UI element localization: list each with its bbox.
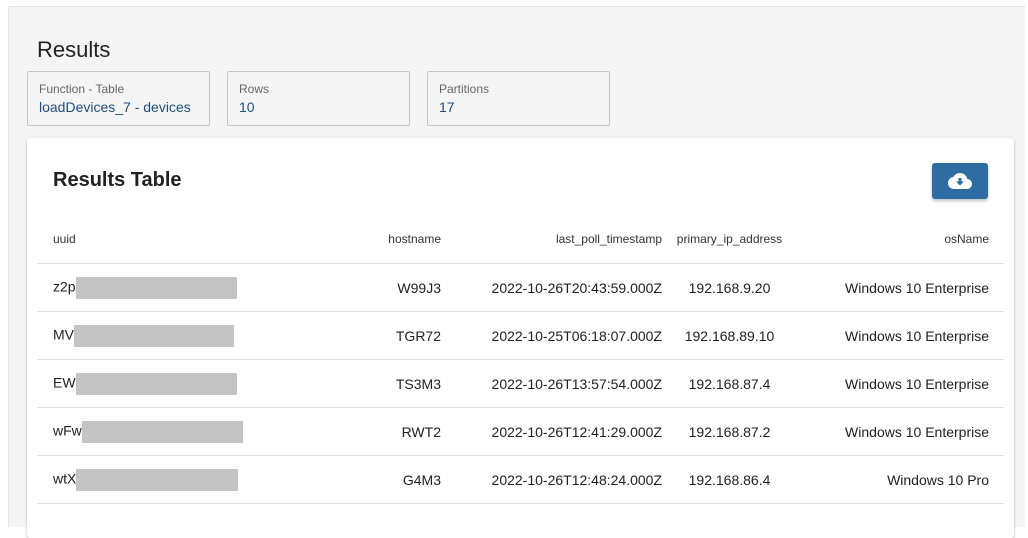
last-poll-timestamp-cell: 2022-10-26T12:41:29.000Z (441, 407, 662, 456)
results-table-title: Results Table (53, 169, 182, 191)
last-poll-timestamp-cell: 2022-10-26T13:57:54.000Z (441, 359, 662, 408)
uuid-cell: EW (37, 359, 253, 408)
redacted-block (75, 372, 237, 395)
rows-value: 10 (239, 99, 255, 115)
table-row: z2p W99J3 2022-10-26T20:43:59.000Z 192.1… (37, 263, 1004, 312)
osname-cell: Windows 10 Enterprise (797, 407, 1004, 456)
last-poll-timestamp-cell: 2022-10-25T06:18:07.000Z (441, 311, 662, 360)
osname-cell: Windows 10 Pro (797, 455, 1004, 504)
last-poll-timestamp-cell: 2022-10-26T12:48:24.000Z (441, 455, 662, 504)
redacted-block (74, 324, 234, 347)
primary-ip-address-cell: 192.168.87.2 (662, 407, 797, 456)
uuid-text: wFw (53, 422, 82, 439)
download-button[interactable] (932, 163, 988, 199)
cloud-download-icon (948, 173, 972, 189)
uuid-text: EW (53, 374, 76, 391)
hostname-cell: TS3M3 (253, 359, 441, 408)
column-header-primary-ip-address[interactable]: primary_ip_address (662, 215, 797, 264)
partitions-card: Partitions 17 (427, 71, 610, 126)
hostname-cell: W99J3 (253, 263, 441, 312)
osname-cell: Windows 10 Enterprise (797, 263, 1004, 312)
table-row: wtX G4M3 2022-10-26T12:48:24.000Z 192.16… (37, 455, 1004, 504)
function-table-card: Function - Table loadDevices_7 - devices (27, 71, 210, 126)
column-header-uuid[interactable]: uuid (37, 215, 253, 264)
uuid-cell: MV (37, 311, 253, 360)
uuid-text: MV (53, 326, 74, 343)
hostname-cell: G4M3 (253, 455, 441, 504)
uuid-cell: wtX (37, 455, 253, 504)
primary-ip-address-cell: 192.168.86.4 (662, 455, 797, 504)
page-title: Results (37, 37, 111, 62)
column-header-hostname[interactable]: hostname (253, 215, 441, 264)
primary-ip-address-cell: 192.168.89.10 (662, 311, 797, 360)
uuid-cell: wFw (37, 407, 253, 456)
uuid-text: wtX (53, 470, 77, 487)
function-table-label: Function - Table (39, 82, 125, 96)
osname-cell: Windows 10 Enterprise (797, 311, 1004, 360)
table-header-row: uuid hostname last_poll_timestamp primar… (37, 215, 1004, 264)
last-poll-timestamp-cell: 2022-10-26T20:43:59.000Z (441, 263, 662, 312)
results-table-panel: Results Table uuid hostname last_poll_ti… (27, 138, 1014, 538)
column-header-osname[interactable]: osName (797, 215, 1004, 264)
results-page: Results Function - Table loadDevices_7 -… (8, 6, 1025, 538)
redacted-block (75, 276, 237, 299)
rows-label: Rows (239, 82, 270, 96)
redacted-block (81, 420, 243, 443)
redacted-block (76, 468, 239, 491)
primary-ip-address-cell: 192.168.9.20 (662, 263, 797, 312)
hostname-cell: TGR72 (253, 311, 441, 360)
function-table-value: loadDevices_7 - devices (39, 99, 191, 115)
uuid-text: z2p (53, 278, 76, 295)
primary-ip-address-cell: 192.168.87.4 (662, 359, 797, 408)
column-header-last-poll-timestamp[interactable]: last_poll_timestamp (441, 215, 662, 264)
partitions-label: Partitions (439, 82, 490, 96)
table-row: MV TGR72 2022-10-25T06:18:07.000Z 192.16… (37, 311, 1004, 360)
partitions-value: 17 (439, 99, 455, 115)
table-row: wFw RWT2 2022-10-26T12:41:29.000Z 192.16… (37, 407, 1004, 456)
osname-cell: Windows 10 Enterprise (797, 359, 1004, 408)
rows-card: Rows 10 (227, 71, 410, 126)
hostname-cell: RWT2 (253, 407, 441, 456)
results-table: uuid hostname last_poll_timestamp primar… (37, 215, 1004, 504)
uuid-cell: z2p (37, 263, 253, 312)
table-row: EW TS3M3 2022-10-26T13:57:54.000Z 192.16… (37, 359, 1004, 408)
